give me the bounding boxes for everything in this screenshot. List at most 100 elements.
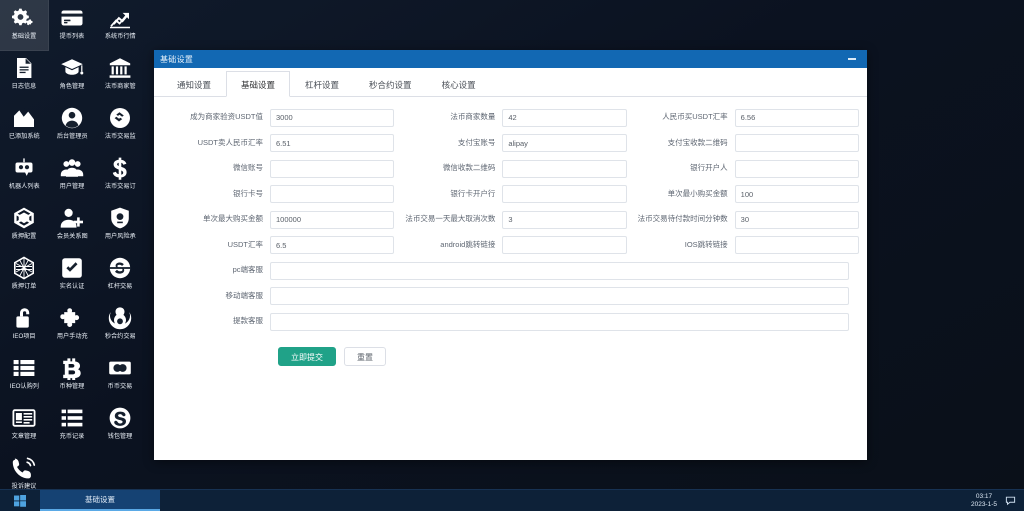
desktop-icon-circle-s-icon[interactable]: 杠杆交易: [96, 250, 144, 300]
form-input[interactable]: [502, 236, 627, 254]
submit-button[interactable]: 立即提交: [278, 346, 336, 366]
form-input[interactable]: [502, 159, 627, 178]
form-control: [270, 107, 395, 127]
minimize-button[interactable]: [843, 52, 861, 66]
desktop-icon-label: 法币交易监: [104, 133, 136, 140]
desktop-icon-user-circle-icon[interactable]: 后台管理员: [48, 100, 96, 150]
users-icon: [59, 155, 85, 181]
desktop-icon-robot-icon[interactable]: 机器人列表: [0, 150, 48, 200]
form-label: 微信收款二维码: [442, 163, 496, 173]
desktop-icon-check-square-icon[interactable]: 实名认证: [48, 250, 96, 300]
tab-3[interactable]: 秒合约设置: [354, 71, 427, 97]
form-input[interactable]: [270, 287, 849, 305]
desktop-icon-puzzle-icon[interactable]: 用户手动充: [48, 300, 96, 350]
user-plus-icon: [59, 205, 85, 231]
form-row: 单次最大购买金额 法币交易一天最大取消次数 法币交易待付款时间分钟数: [162, 209, 859, 229]
user-circle-icon: [59, 105, 85, 131]
form-label: USDT汇率: [227, 239, 263, 249]
clock[interactable]: 03:17 2023-1-5: [971, 493, 997, 507]
form-input[interactable]: [502, 185, 627, 203]
tab-4[interactable]: 核心设置: [427, 71, 491, 97]
desktop-icon-label: 实名认证: [59, 283, 85, 290]
form-input[interactable]: [502, 134, 627, 152]
form-group: 单次最小购买金额: [627, 184, 859, 203]
form-input[interactable]: [270, 108, 395, 127]
unlock-icon: [11, 305, 37, 331]
desktop-icon-label: 法币商家管: [104, 83, 136, 90]
list-icon: [11, 355, 37, 381]
form-label: IOS跳转链接: [684, 239, 728, 249]
desktop-icon-unlock-icon[interactable]: IEO项目: [0, 300, 48, 350]
form-label: android跳转链接: [440, 239, 496, 249]
form-input[interactable]: [734, 210, 859, 229]
taskbar-item-basic-settings[interactable]: 基础设置: [40, 490, 160, 511]
settings-form: 成为商家验资USDT值 法币商家数量 人民币买USDT汇率 USDT卖人民币汇率 支付宝…: [154, 97, 867, 366]
desktop-icon-label: 币币交易: [107, 383, 133, 390]
form-input[interactable]: [270, 159, 395, 178]
tab-0[interactable]: 通知设置: [162, 71, 226, 97]
tab-1[interactable]: 基础设置: [226, 71, 291, 97]
gears-icon: [11, 5, 37, 31]
form-input[interactable]: [502, 210, 627, 229]
desktop-icon-money-icon[interactable]: 币币交易: [96, 350, 144, 400]
desktop-icon-shield-icon[interactable]: 用户风险承: [96, 200, 144, 250]
desktop-icon-skype-icon[interactable]: 钱包管理: [96, 400, 144, 450]
form-control: [270, 260, 859, 280]
form-input[interactable]: [270, 185, 395, 203]
form-control: [734, 184, 859, 203]
reset-button[interactable]: 重置: [344, 346, 386, 366]
form-input[interactable]: [270, 261, 849, 280]
tab-2[interactable]: 杠杆设置: [290, 71, 354, 97]
chart-line-icon: [107, 5, 133, 31]
form-group: 人民币买USDT汇率: [627, 107, 859, 127]
desktop-icon-label: 用户手动充: [56, 333, 88, 340]
form-input[interactable]: [270, 210, 395, 229]
window-titlebar[interactable]: 基础设置: [154, 50, 867, 68]
desktop-icon-users-icon[interactable]: 用户管理: [48, 150, 96, 200]
form-group: USDT卖人民币汇率: [162, 133, 395, 152]
form-input[interactable]: [734, 236, 859, 254]
form-group: USDT汇率: [162, 235, 395, 254]
desktop-icon-dollar-icon[interactable]: 法币交易订: [96, 150, 144, 200]
form-control: [734, 107, 859, 127]
desktop-icon-label: 钱包管理: [107, 433, 133, 440]
app-window: 基础设置 通知设置基础设置杠杆设置秒合约设置核心设置 成为商家验资USDT值法币…: [154, 50, 867, 460]
desktop-icon-user-plus-icon[interactable]: 会员关系图: [48, 200, 96, 250]
windows-logo-icon: [14, 494, 26, 507]
desktop-icon-rebel-icon[interactable]: 秒合约交易: [96, 300, 144, 350]
form-input[interactable]: [270, 236, 395, 254]
desktop-icon-label: 币种管理: [59, 383, 85, 390]
start-button[interactable]: [0, 490, 40, 511]
form-label: 银行卡开户行: [450, 188, 496, 198]
desktop-icon-credit-card-icon[interactable]: 提币列表: [48, 0, 96, 50]
desktop-icon-document-icon[interactable]: 日志信息: [0, 50, 48, 100]
form-input[interactable]: [734, 159, 859, 178]
form-group: 微信账号: [162, 158, 395, 178]
desktop-icon-graduation-cap-icon[interactable]: 角色管理: [48, 50, 96, 100]
form-label: 法币交易一天最大取消次数: [405, 214, 496, 224]
form-control: [502, 158, 627, 178]
form-input[interactable]: [270, 134, 395, 152]
desktop-icon-bitcoin-icon[interactable]: 币种管理: [48, 350, 96, 400]
desktop-icon-hexagon-mesh-icon[interactable]: 质押订单: [0, 250, 48, 300]
dollar-icon: [107, 155, 133, 181]
form-input[interactable]: [734, 108, 859, 127]
desktop-icon-cube-icon[interactable]: 质押配置: [0, 200, 48, 250]
desktop-icon-chart-line-icon[interactable]: 系统币行情: [96, 0, 144, 50]
form-input[interactable]: [270, 312, 849, 331]
form-label: pc端客服: [232, 265, 263, 275]
desktop-icon-gears-icon[interactable]: 基础设置: [0, 0, 49, 51]
desktop-icon-bank-icon[interactable]: 法币商家管: [96, 50, 144, 100]
desktop-icon-bars-list-icon[interactable]: 充币记录: [48, 400, 96, 450]
form-group: android跳转链接: [394, 235, 627, 254]
desktop-icon-list-icon[interactable]: IEO认购列: [0, 350, 48, 400]
robot-icon: [11, 155, 37, 181]
form-input[interactable]: [502, 108, 627, 127]
desktop-icon-area-chart-icon[interactable]: 已添加系统: [0, 100, 48, 150]
form-input[interactable]: [734, 134, 859, 152]
desktop-icon-coin-link-icon[interactable]: 法币交易监: [96, 100, 144, 150]
form-actions: 立即提交 重置: [162, 346, 859, 366]
form-input[interactable]: [734, 185, 859, 203]
desktop-icon-newspaper-icon[interactable]: 文章管理: [0, 400, 48, 450]
notification-center-button[interactable]: [1005, 495, 1016, 506]
